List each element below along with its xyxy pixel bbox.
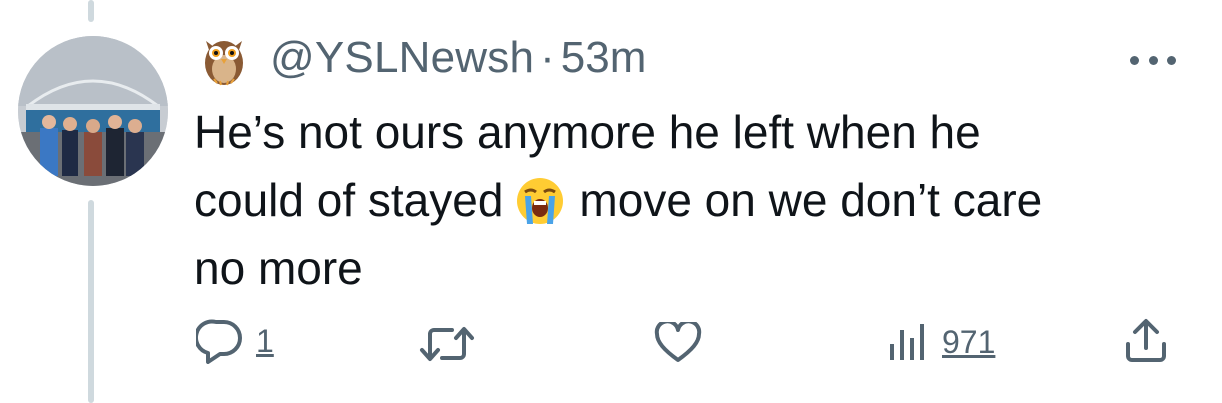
- author-handle[interactable]: @YSLNewsh: [270, 33, 534, 83]
- views-icon: [890, 324, 924, 360]
- tweet-header: @YSLNewsh · 53m: [200, 28, 646, 88]
- reply-icon: [196, 319, 242, 364]
- share-button[interactable]: [1124, 318, 1168, 364]
- avatar[interactable]: [18, 36, 168, 186]
- retweet-icon: [420, 327, 474, 361]
- views-button[interactable]: 971: [886, 320, 995, 364]
- loudly-crying-face-icon: [517, 178, 564, 224]
- like-icon: [654, 322, 702, 362]
- reply-count[interactable]: 1: [256, 323, 274, 360]
- like-button[interactable]: [654, 322, 702, 364]
- thread-line-top: [88, 0, 94, 22]
- share-icon: [1126, 319, 1166, 362]
- tweet-text-segment: move on we don’t care: [579, 174, 1043, 226]
- reply-button[interactable]: 1: [196, 318, 274, 364]
- more-icon[interactable]: [1130, 50, 1176, 70]
- action-bar: 1 971: [0, 310, 1222, 380]
- tweet-text-segment: could of stayed: [194, 174, 504, 226]
- tweet-text-line: could of stayed move on we don’t care: [194, 166, 1194, 234]
- retweet-button[interactable]: [418, 324, 476, 364]
- more-dot: [1130, 55, 1139, 65]
- tweet-text-line: no more: [194, 242, 363, 294]
- more-dot: [1167, 55, 1176, 65]
- tweet-text-line: He’s not ours anymore he left when he: [194, 106, 981, 158]
- owl-emoji-icon: [205, 41, 243, 86]
- more-dot: [1148, 55, 1158, 65]
- tweet-text: He’s not ours anymore he left when he co…: [194, 98, 1194, 302]
- separator-dot: ·: [540, 33, 555, 82]
- views-count[interactable]: 971: [942, 324, 995, 361]
- timestamp[interactable]: 53m: [561, 33, 647, 83]
